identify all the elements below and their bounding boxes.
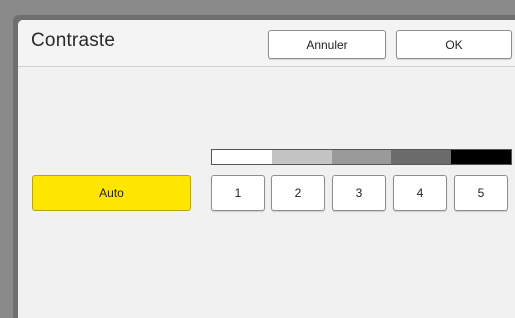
contrast-swatch-3 — [331, 150, 392, 164]
contrast-dialog: Contraste Annuler OK Auto 1 2 3 4 5 — [18, 20, 515, 318]
contrast-level-5-button[interactable]: 5 — [454, 175, 508, 211]
contrast-scale — [211, 149, 512, 165]
contrast-swatch-1 — [212, 150, 272, 164]
contrast-level-2-button[interactable]: 2 — [271, 175, 325, 211]
dialog-title: Contraste — [31, 30, 116, 51]
contrast-swatch-4 — [391, 150, 452, 164]
contrast-swatch-2 — [271, 150, 332, 164]
contrast-level-4-button[interactable]: 4 — [393, 175, 447, 211]
auto-button[interactable]: Auto — [32, 175, 191, 211]
device-screen: Contraste Annuler OK Auto 1 2 3 4 5 — [13, 15, 515, 318]
dialog-header: Contraste Annuler OK — [18, 20, 515, 67]
contrast-swatch-5 — [451, 150, 511, 164]
ok-button[interactable]: OK — [396, 30, 512, 59]
contrast-level-3-button[interactable]: 3 — [332, 175, 386, 211]
cancel-button[interactable]: Annuler — [268, 30, 386, 59]
contrast-level-1-button[interactable]: 1 — [211, 175, 265, 211]
